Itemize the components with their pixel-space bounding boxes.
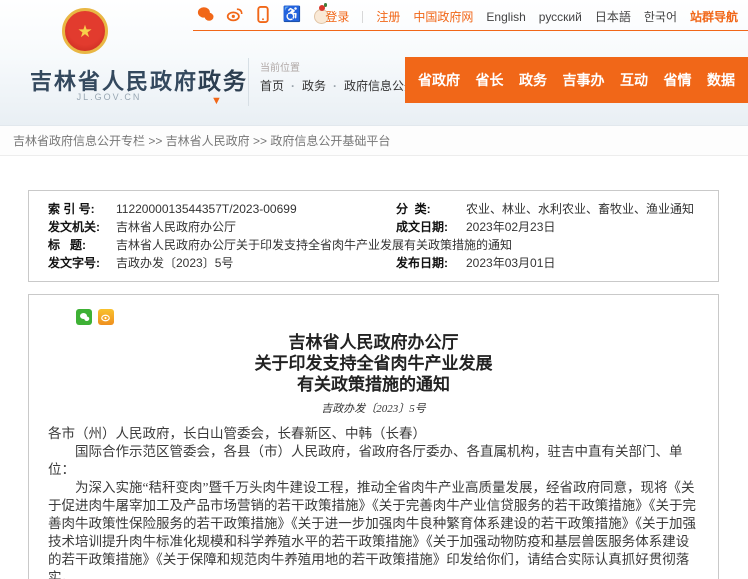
accessibility-icon[interactable]: ♿ (283, 5, 301, 23)
site-group-nav-link[interactable]: 站群导航 (690, 8, 738, 25)
document-title-line: 关于印发支持全省肉牛产业发展 (48, 353, 699, 374)
nav-item-governor[interactable]: 省长 (476, 70, 504, 90)
category-value: 农业、林业、水利农业、畜牧业、渔业通知 (466, 200, 718, 218)
lang-english-link[interactable]: English (486, 10, 525, 24)
divider (362, 11, 363, 23)
topbar-links: 登录 注册 中国政府网 English русский 日本語 한국어 站群导航 (325, 8, 738, 25)
topbar-social-icons: ♿ (196, 5, 330, 23)
table-row: 发文机关: 吉林省人民政府办公厅 成文日期: 2023年02月23日 (29, 218, 718, 236)
share-weibo-icon[interactable] (98, 309, 114, 325)
topbar-underline (193, 30, 748, 31)
category-label: 分 类: (396, 200, 466, 218)
register-link[interactable]: 注册 (376, 8, 400, 25)
share-icons (76, 309, 699, 325)
breadcrumb-separator: · (333, 79, 337, 93)
national-emblem-logo[interactable]: ★ (62, 8, 108, 54)
nav-item-provincial-gov[interactable]: 省政府 (418, 70, 460, 90)
document-body: 各市（州）人民政府，长白山管委会，长春新区、中韩（长春） 国际合作示范区管委会，… (48, 425, 699, 579)
breadcrumb: 首页 · 政务 · 政府信息公开 (260, 77, 416, 94)
doc-number-value: 吉政办发〔2023〕5号 (116, 254, 396, 272)
publish-date-label: 发布日期: (396, 254, 466, 272)
site-domain: JL.GOV.CN (30, 92, 188, 102)
path-breadcrumb-bar[interactable]: 吉林省政府信息公开专栏 >> 吉林省人民政府 >> 政府信息公开基础平台 (0, 125, 748, 156)
written-date-value: 2023年02月23日 (466, 218, 718, 236)
salutation-line: 各市（州）人民政府，长白山管委会，长春新区、中韩（长春） (48, 425, 699, 443)
breadcrumb-zhengwu[interactable]: 政务 (302, 77, 326, 94)
login-link[interactable]: 登录 (325, 8, 349, 25)
main-nav: 省政府 省长 政务 吉事办 互动 省情 数据 (405, 57, 748, 103)
lang-russian-link[interactable]: русский (539, 10, 582, 24)
document-title-line: 有关政策措施的通知 (48, 374, 699, 395)
nav-item-data[interactable]: 数据 (707, 70, 735, 90)
doc-number-label: 发文字号: (29, 254, 116, 272)
mobile-icon[interactable] (254, 5, 272, 23)
title-label: 标 题: (29, 236, 116, 254)
lang-japanese-link[interactable]: 日本語 (595, 8, 631, 25)
breadcrumb-home[interactable]: 首页 (260, 77, 284, 94)
site-header: ♿ 登录 注册 中国政府网 English русский 日本語 한국어 站群… (0, 0, 748, 125)
issuing-org-label: 发文机关: (29, 218, 116, 236)
salutation-line: 国际合作示范区管委会，各县（市）人民政府，省政府各厅委办、各直属机构，驻吉中直有… (48, 443, 699, 479)
index-number-value: 1122000013544357T/2023-00699 (116, 200, 396, 218)
table-row: 标 题: 吉林省人民政府办公厅关于印发支持全省肉牛产业发展有关政策措施的通知 (29, 236, 718, 254)
title-value: 吉林省人民政府办公厅关于印发支持全省肉牛产业发展有关政策措施的通知 (116, 236, 718, 254)
document-title-line: 吉林省人民政府办公厅 (48, 332, 699, 353)
index-number-label: 索 引 号: (29, 200, 116, 218)
document-title: 吉林省人民政府办公厅 关于印发支持全省肉牛产业发展 有关政策措施的通知 (48, 332, 699, 395)
document-meta-table: 索 引 号: 1122000013544357T/2023-00699 分 类:… (28, 190, 719, 282)
written-date-label: 成文日期: (396, 218, 466, 236)
document-number: 吉政办发〔2023〕5号 (48, 400, 699, 416)
emblem-star-icon: ★ (77, 23, 92, 40)
nav-item-zhengwu[interactable]: 政务 (519, 70, 547, 90)
wechat-icon[interactable] (196, 5, 214, 23)
issuing-org-value: 吉林省人民政府办公厅 (116, 218, 396, 236)
table-row: 发文字号: 吉政办发〔2023〕5号 发布日期: 2023年03月01日 (29, 254, 718, 272)
document-content: 吉林省人民政府办公厅 关于印发支持全省肉牛产业发展 有关政策措施的通知 吉政办发… (28, 294, 719, 579)
body-paragraph: 为深入实施“秸秆变肉”暨千万头肉牛建设工程，推动全省肉牛产业高质量发展，经省政府… (48, 479, 699, 579)
publish-date-value: 2023年03月01日 (466, 254, 718, 272)
gov-cn-link[interactable]: 中国政府网 (413, 8, 473, 25)
divider (248, 58, 249, 106)
share-wechat-icon[interactable] (76, 309, 92, 325)
breadcrumb-separator: · (291, 79, 295, 93)
lang-korean-link[interactable]: 한국어 (644, 8, 677, 25)
nav-item-province-info[interactable]: 省情 (664, 70, 692, 90)
chevron-down-icon[interactable]: ▼ (211, 95, 222, 107)
weibo-icon[interactable] (225, 5, 243, 23)
current-location-label: 当前位置 (260, 59, 300, 74)
nav-item-interaction[interactable]: 互动 (620, 70, 648, 90)
table-row: 索 引 号: 1122000013544357T/2023-00699 分 类:… (29, 200, 718, 218)
nav-item-jishiban[interactable]: 吉事办 (563, 70, 605, 90)
section-zhengwu[interactable]: 政务 (198, 62, 248, 96)
